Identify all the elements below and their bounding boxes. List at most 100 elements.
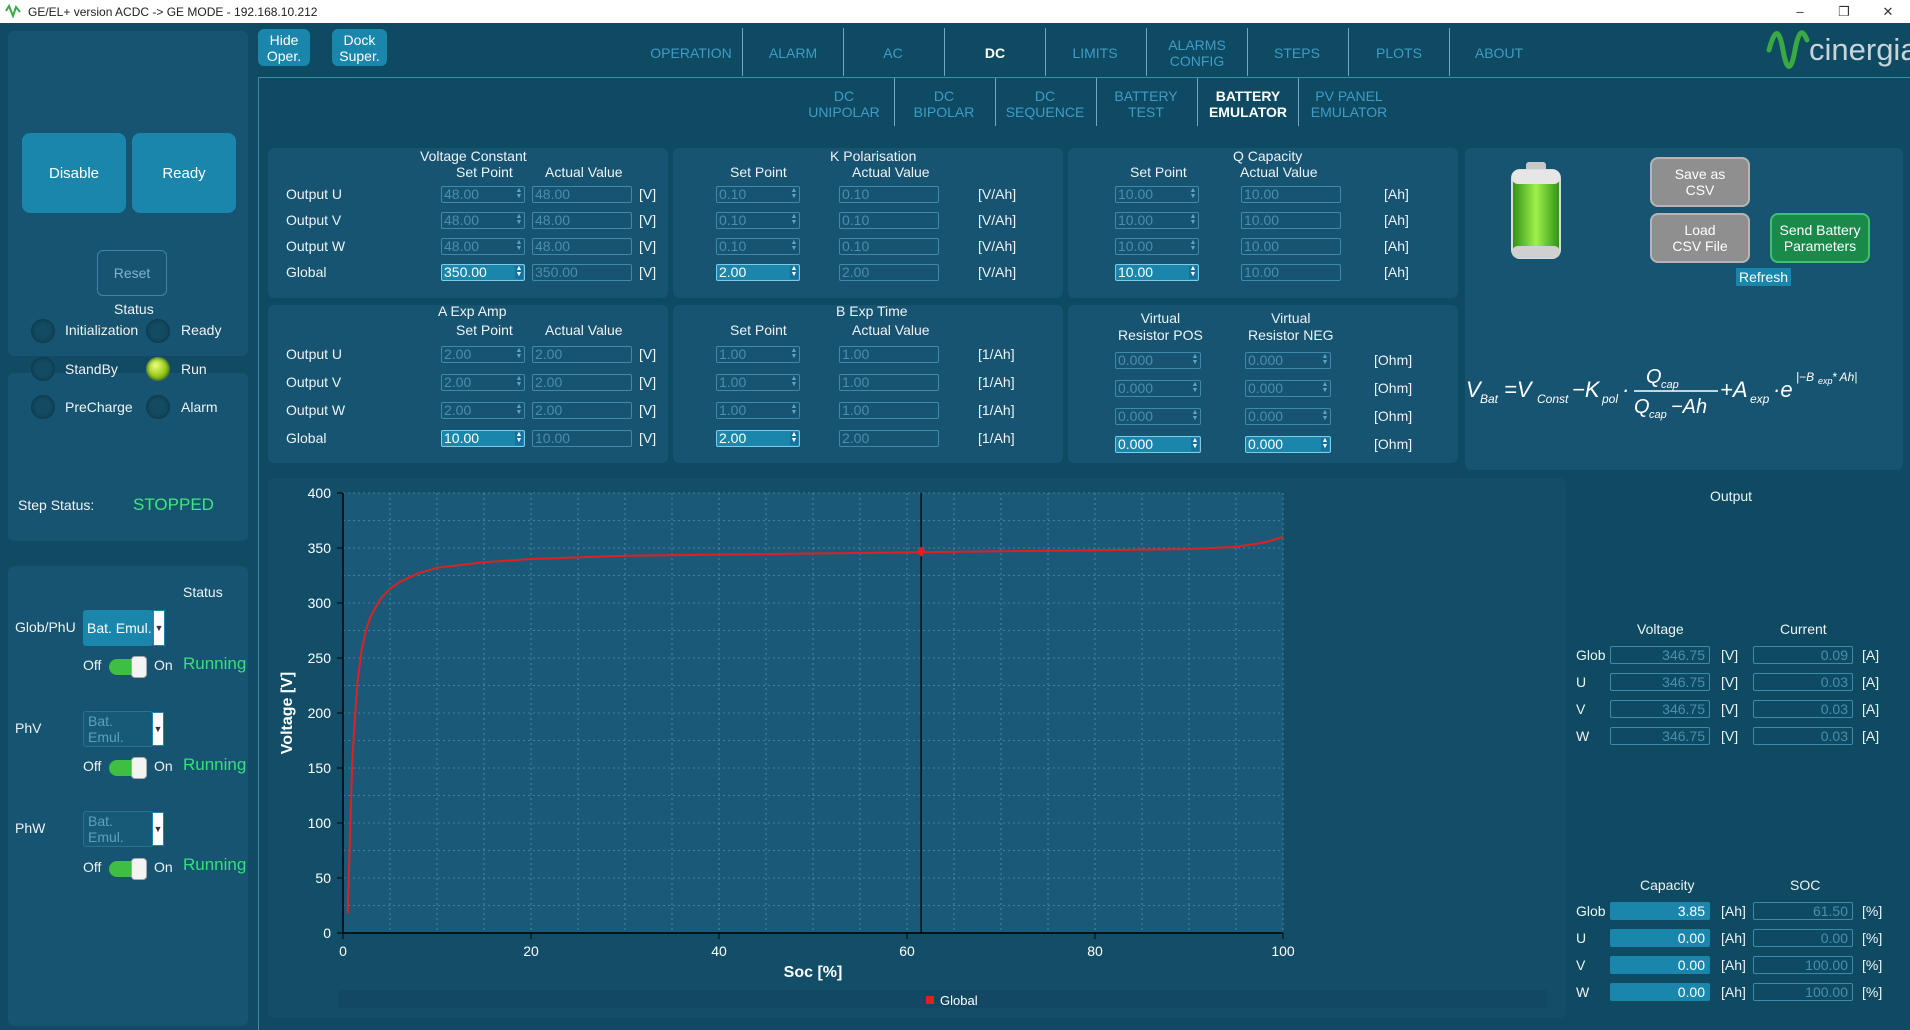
vr-pos-output-w[interactable]: 0.000 ▲ ▼ bbox=[1115, 408, 1201, 425]
vr-neg-output-w[interactable]: 0.000 ▲ ▼ bbox=[1245, 408, 1331, 425]
y-tick-label: 100 bbox=[308, 815, 332, 831]
dock-supervisor-button[interactable]: Dock Super. bbox=[332, 29, 387, 66]
phase-mode-select-glob[interactable]: Bat. Emul. ▼ bbox=[83, 610, 165, 646]
subtab-dc-unipolar[interactable]: DC UNIPOLAR bbox=[800, 86, 888, 122]
tab-about[interactable]: ABOUT bbox=[1454, 33, 1544, 73]
vr-pos-global[interactable]: 0.000 ▲ ▼ bbox=[1115, 436, 1201, 453]
spin-arrows-icon[interactable]: ▲ ▼ bbox=[1189, 213, 1197, 227]
qc-setpoint-output-w[interactable]: 10.00 ▲ ▼ bbox=[1115, 238, 1199, 255]
phase-toggle-w[interactable] bbox=[109, 858, 147, 880]
spin-arrows-icon[interactable]: ▲ ▼ bbox=[515, 213, 523, 227]
qc-setpoint-output-v[interactable]: 10.00 ▲ ▼ bbox=[1115, 212, 1199, 229]
vc-setpoint-output-w[interactable]: 48.00 ▲ ▼ bbox=[441, 238, 525, 255]
spin-arrows-icon[interactable]: ▲ ▼ bbox=[790, 213, 798, 227]
subtab-pv-panel-emulator[interactable]: PV PANEL EMULATOR bbox=[1304, 86, 1394, 122]
tab-operation[interactable]: OPERATION bbox=[646, 33, 736, 73]
battery-model-formula: V Bat =V Const −K pol · Qcap Qcap −Ah +A exp … bbox=[1466, 355, 1906, 425]
tab-plots[interactable]: PLOTS bbox=[1354, 33, 1444, 73]
vc-setpoint-global[interactable]: 350.00 ▲ ▼ bbox=[441, 264, 525, 281]
phase-toggle-v[interactable] bbox=[109, 757, 147, 779]
chevron-down-icon[interactable]: ▼ bbox=[152, 812, 164, 846]
spin-arrows-icon[interactable]: ▲ ▼ bbox=[515, 265, 523, 279]
vr-neg-output-u[interactable]: 0.000 ▲ ▼ bbox=[1245, 352, 1331, 369]
save-csv-button[interactable]: Save as CSV bbox=[1650, 157, 1750, 207]
vc-setpoint-output-u[interactable]: 48.00 ▲ ▼ bbox=[441, 186, 525, 203]
spin-arrows-icon[interactable]: ▲ ▼ bbox=[515, 347, 523, 361]
restore-icon[interactable]: ❐ bbox=[1822, 0, 1866, 23]
ae-setpoint-output-v[interactable]: 2.00 ▲ ▼ bbox=[441, 374, 525, 391]
vr-neg-global[interactable]: 0.000 ▲ ▼ bbox=[1245, 436, 1331, 453]
spin-arrows-icon[interactable]: ▲ ▼ bbox=[515, 187, 523, 201]
output-row-label: V bbox=[1576, 701, 1586, 717]
qc-unit: [Ah] bbox=[1384, 212, 1409, 228]
spin-arrows-icon[interactable]: ▲ ▼ bbox=[1321, 437, 1329, 451]
ae-setpoint-output-w[interactable]: 2.00 ▲ ▼ bbox=[441, 402, 525, 419]
subtab-dc-bipolar[interactable]: DC BIPOLAR bbox=[900, 86, 988, 122]
tab-alarm[interactable]: ALARM bbox=[748, 33, 838, 73]
qc-setpoint-global[interactable]: 10.00 ▲ ▼ bbox=[1115, 264, 1199, 281]
spin-arrows-icon[interactable]: ▲ ▼ bbox=[1321, 353, 1329, 367]
spin-arrows-icon[interactable]: ▲ ▼ bbox=[790, 403, 798, 417]
kp-setpoint-global[interactable]: 2.00 ▲ ▼ bbox=[716, 264, 800, 281]
spin-arrows-icon[interactable]: ▲ ▼ bbox=[515, 403, 523, 417]
close-icon[interactable]: ✕ bbox=[1866, 0, 1910, 23]
spin-arrows-icon[interactable]: ▲ ▼ bbox=[790, 431, 798, 445]
phase-mode-select-v[interactable]: Bat. Emul. ▼ bbox=[83, 711, 164, 747]
spin-arrows-icon[interactable]: ▲ ▼ bbox=[790, 187, 798, 201]
vr-pos-output-u[interactable]: 0.000 ▲ ▼ bbox=[1115, 352, 1201, 369]
vc-setpoint-output-v[interactable]: 48.00 ▲ ▼ bbox=[441, 212, 525, 229]
spin-arrows-icon[interactable]: ▲ ▼ bbox=[1191, 437, 1199, 451]
reset-button[interactable]: Reset bbox=[97, 250, 167, 296]
svg-text:−Ah: −Ah bbox=[1671, 396, 1707, 418]
spin-arrows-icon[interactable]: ▲ ▼ bbox=[1321, 381, 1329, 395]
refresh-button[interactable]: Refresh bbox=[1736, 268, 1792, 286]
subtab-dc-sequence[interactable]: DC SEQUENCE bbox=[1001, 86, 1089, 122]
spin-arrows-icon[interactable]: ▲ ▼ bbox=[1189, 239, 1197, 253]
spin-arrows-icon[interactable]: ▲ ▼ bbox=[515, 431, 523, 445]
vr-neg-output-v[interactable]: 0.000 ▲ ▼ bbox=[1245, 380, 1331, 397]
vr-pos-output-v[interactable]: 0.000 ▲ ▼ bbox=[1115, 380, 1201, 397]
output-row-label: Glob bbox=[1576, 647, 1606, 663]
chevron-down-icon[interactable]: ▼ bbox=[153, 610, 165, 646]
spin-arrows-icon[interactable]: ▲ ▼ bbox=[1189, 187, 1197, 201]
spin-arrows-icon[interactable]: ▲ ▼ bbox=[515, 375, 523, 389]
tab-ac[interactable]: AC bbox=[848, 33, 938, 73]
be-setpoint-output-u[interactable]: 1.00 ▲ ▼ bbox=[716, 346, 800, 363]
spin-arrows-icon[interactable]: ▲ ▼ bbox=[1321, 409, 1329, 423]
be-setpoint-output-w[interactable]: 1.00 ▲ ▼ bbox=[716, 402, 800, 419]
send-battery-parameters-button[interactable]: Send Battery Parameters bbox=[1770, 213, 1870, 263]
spin-arrows-icon[interactable]: ▲ ▼ bbox=[515, 239, 523, 253]
spin-arrows-icon[interactable]: ▲ ▼ bbox=[1191, 353, 1199, 367]
kp-title: K Polarisation bbox=[830, 148, 917, 164]
be-setpoint-output-v[interactable]: 1.00 ▲ ▼ bbox=[716, 374, 800, 391]
tab-steps[interactable]: STEPS bbox=[1252, 33, 1342, 73]
spin-arrows-icon[interactable]: ▲ ▼ bbox=[790, 265, 798, 279]
phase-toggle-glob[interactable] bbox=[109, 656, 147, 678]
ae-setpoint-output-u[interactable]: 2.00 ▲ ▼ bbox=[441, 346, 525, 363]
minimize-icon[interactable]: – bbox=[1778, 0, 1822, 23]
kp-setpoint-output-v[interactable]: 0.10 ▲ ▼ bbox=[716, 212, 800, 229]
spin-arrows-icon[interactable]: ▲ ▼ bbox=[1189, 265, 1197, 279]
ae-setpoint-global[interactable]: 10.00 ▲ ▼ bbox=[441, 430, 525, 447]
disable-button[interactable]: Disable bbox=[22, 133, 126, 213]
chevron-down-icon[interactable]: ▼ bbox=[152, 712, 164, 746]
tab-dc[interactable]: DC bbox=[950, 33, 1040, 73]
subtab-battery-test[interactable]: BATTERY TEST bbox=[1102, 86, 1190, 122]
be-setpoint-global[interactable]: 2.00 ▲ ▼ bbox=[716, 430, 800, 447]
kp-setpoint-output-w[interactable]: 0.10 ▲ ▼ bbox=[716, 238, 800, 255]
spin-arrows-icon[interactable]: ▲ ▼ bbox=[790, 347, 798, 361]
spin-arrows-icon[interactable]: ▲ ▼ bbox=[1191, 381, 1199, 395]
phase-mode-select-w[interactable]: Bat. Emul. ▼ bbox=[83, 811, 164, 847]
kp-actual-output-v: 0.10 bbox=[839, 212, 939, 229]
kp-setpoint-output-u[interactable]: 0.10 ▲ ▼ bbox=[716, 186, 800, 203]
tab-alarms-config[interactable]: ALARMS CONFIG bbox=[1152, 33, 1242, 73]
load-csv-button[interactable]: Load CSV File bbox=[1650, 213, 1750, 263]
hide-operation-button[interactable]: Hide Oper. bbox=[258, 29, 310, 66]
spin-arrows-icon[interactable]: ▲ ▼ bbox=[1191, 409, 1199, 423]
spin-arrows-icon[interactable]: ▲ ▼ bbox=[790, 239, 798, 253]
spin-arrows-icon[interactable]: ▲ ▼ bbox=[790, 375, 798, 389]
ready-button[interactable]: Ready bbox=[132, 133, 236, 213]
subtab-battery-emulator[interactable]: BATTERY EMULATOR bbox=[1203, 86, 1293, 122]
qc-setpoint-output-u[interactable]: 10.00 ▲ ▼ bbox=[1115, 186, 1199, 203]
tab-limits[interactable]: LIMITS bbox=[1050, 33, 1140, 73]
